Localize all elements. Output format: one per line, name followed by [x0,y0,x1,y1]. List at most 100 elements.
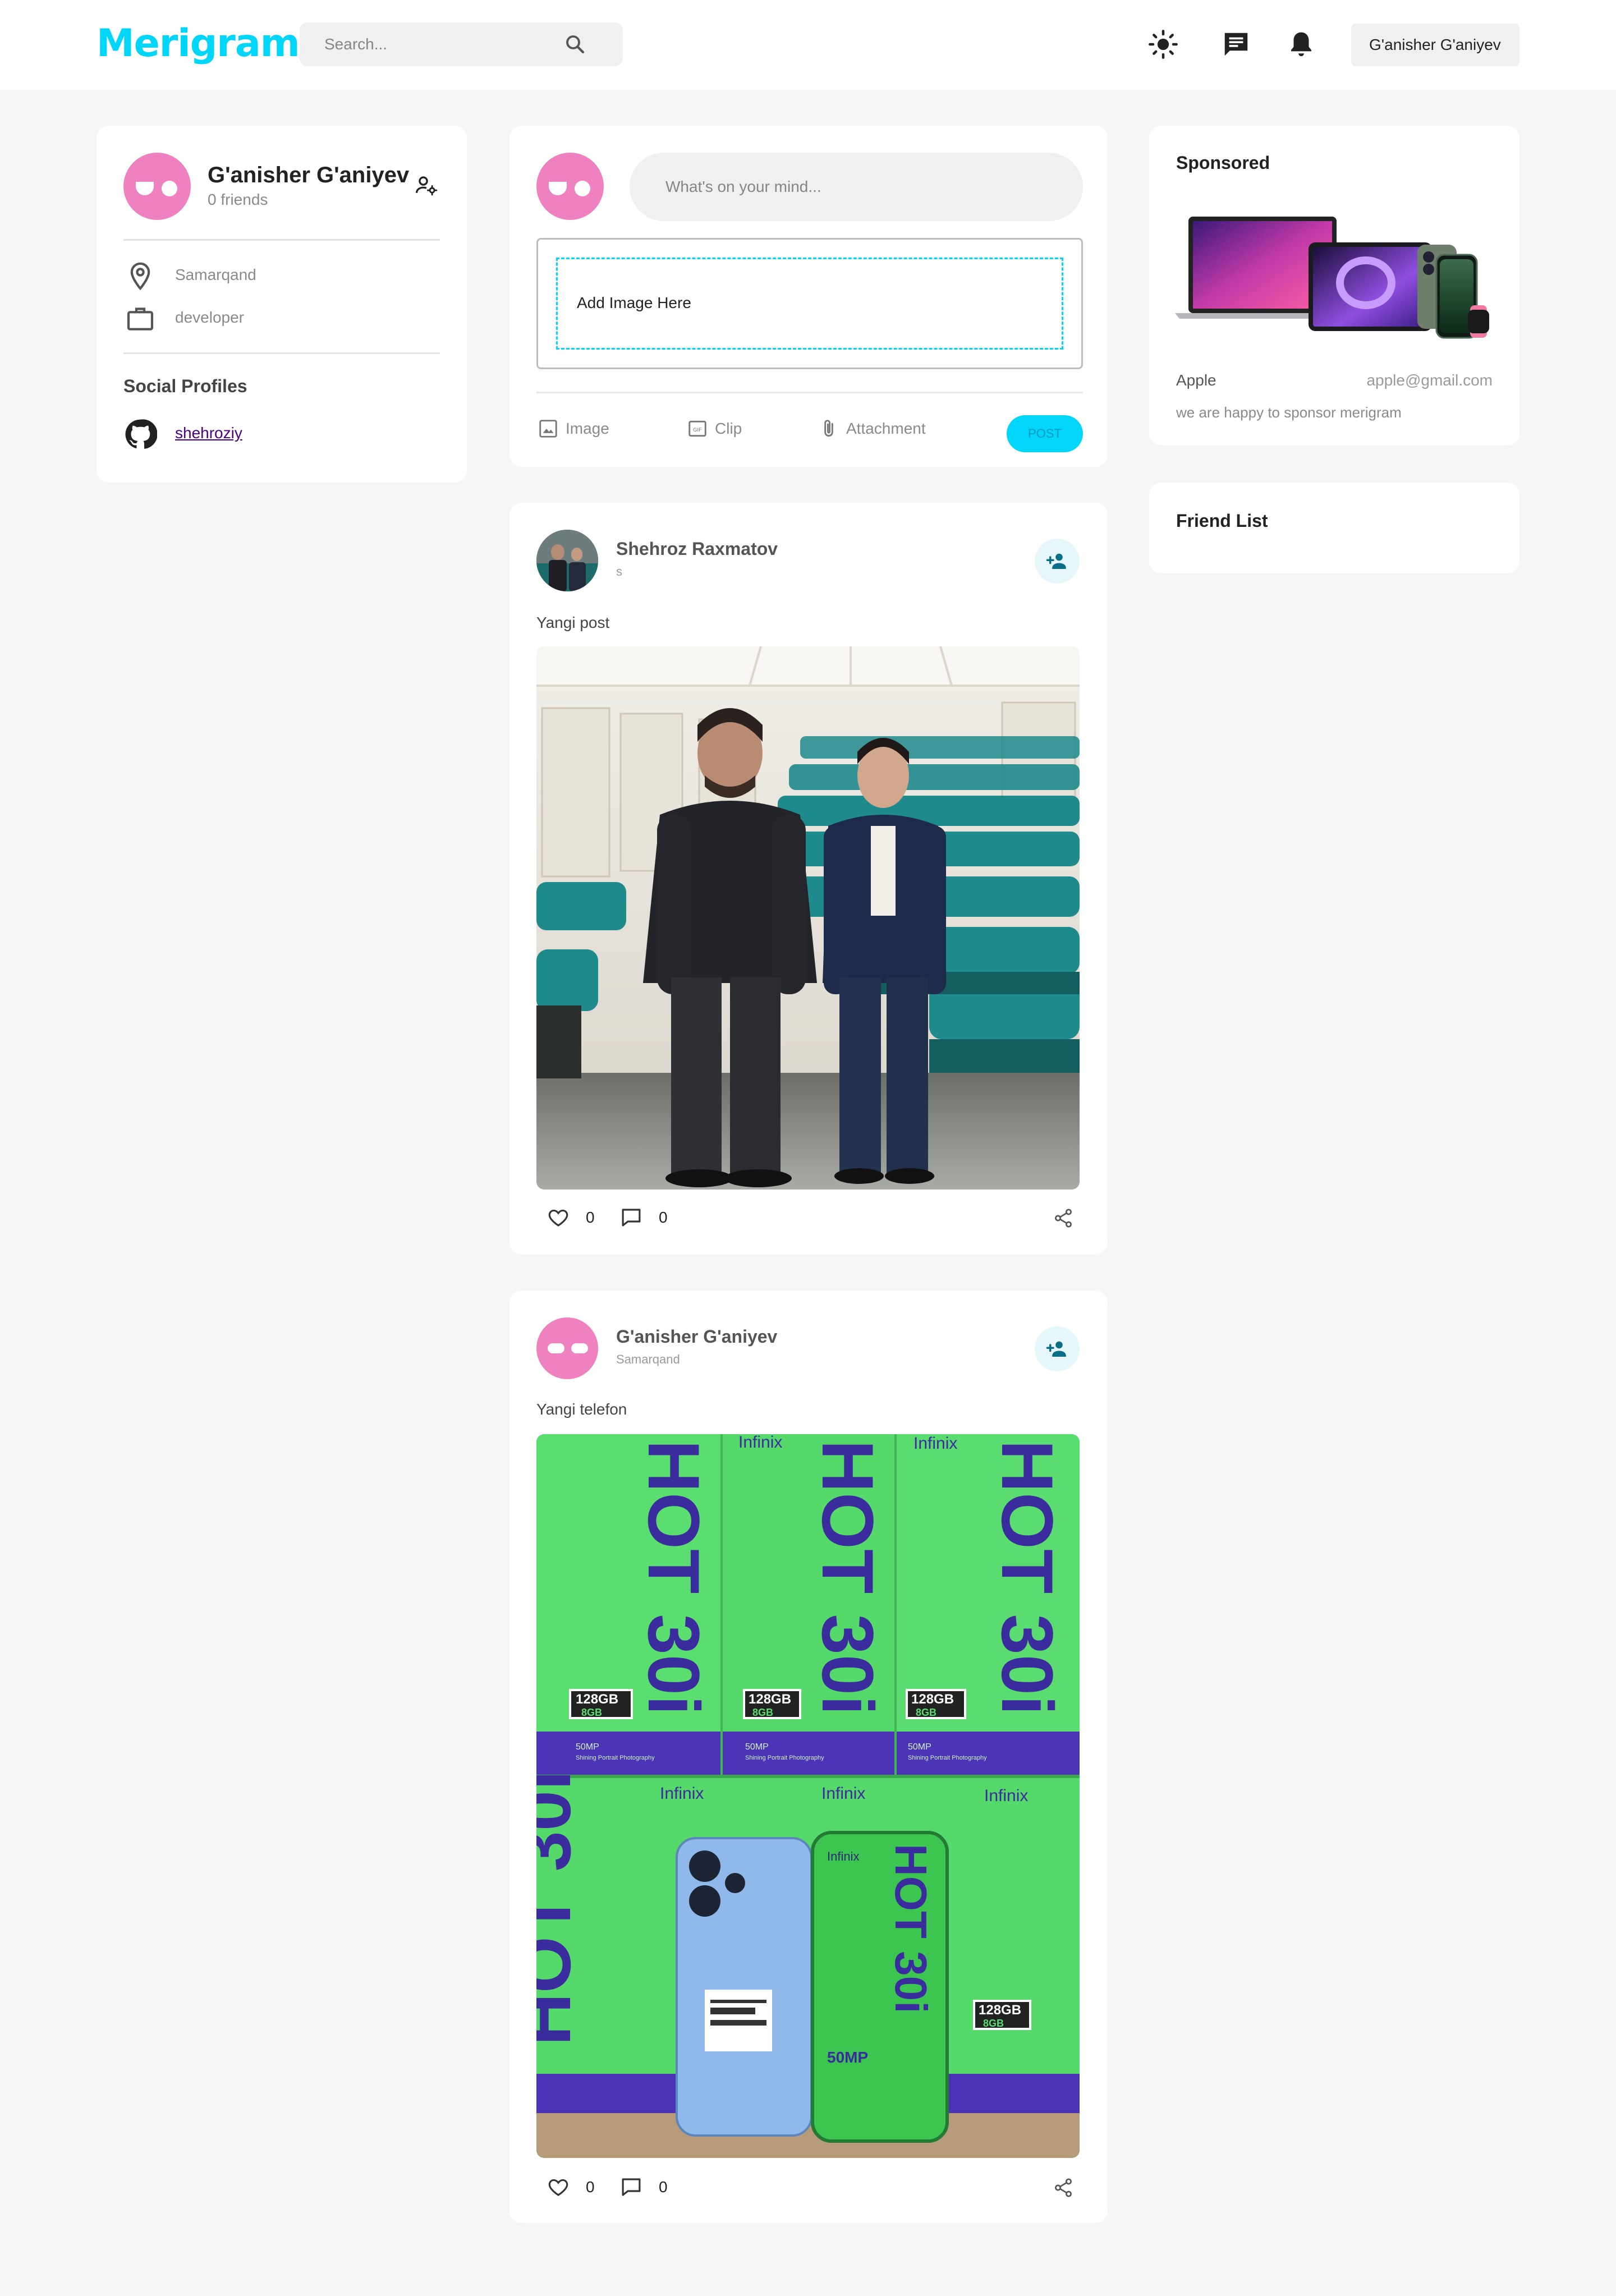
poster-avatar[interactable] [536,1317,598,1379]
svg-text:Shining Portrait Photography: Shining Portrait Photography [576,1755,655,1761]
like-count: 0 [586,2178,595,2196]
comment-button[interactable]: 0 [619,1205,668,1230]
add-friend-button[interactable] [1035,1326,1080,1371]
post-card: Shehroz Raxmatov s Yangi post 0 0 [509,503,1108,1255]
sponsor-ad-image[interactable] [1175,210,1489,345]
svg-text:8GB: 8GB [983,2018,1004,2029]
svg-text:HOT 30i: HOT 30i [986,1440,1068,1715]
like-button[interactable]: 0 [547,2175,595,2199]
comment-button[interactable]: 0 [619,2175,668,2199]
svg-text:HOT 30i: HOT 30i [886,1844,936,2013]
share-icon[interactable] [1053,1207,1074,1229]
svg-text:Infinix: Infinix [738,1434,782,1452]
poster-photo-thumbnail [536,530,598,591]
svg-text:HOT 30i: HOT 30i [807,1440,889,1715]
image-dropzone[interactable]: Add Image Here [556,258,1063,350]
sponsor-email[interactable]: apple@gmail.com [1366,371,1493,389]
app-logo[interactable]: Merigram [97,21,300,66]
svg-text:Infinix: Infinix [913,1434,957,1453]
friend-list-card: Friend List [1149,483,1519,573]
svg-text:8GB: 8GB [752,1707,773,1718]
post-photo[interactable] [536,646,1080,1190]
svg-text:Shining Portrait Photography: Shining Portrait Photography [745,1755,824,1761]
github-icon [125,419,157,449]
heart-icon [548,2179,568,2196]
svg-text:128GB: 128GB [576,1692,618,1707]
profile-avatar[interactable] [123,153,191,220]
svg-text:Infinix: Infinix [660,1784,704,1803]
location-icon [130,262,150,291]
post-author-subtitle: Samarqand [616,1352,680,1366]
share-icon[interactable] [1053,2177,1074,2198]
comment-count: 0 [659,1209,668,1226]
heart-icon [548,1209,568,1227]
comment-icon [622,2178,641,2196]
sponsored-card: Sponsored Apple apple@gmail.com we are h… [1149,126,1519,446]
image-action-label: Image [566,420,609,437]
github-profile-link[interactable]: shehroziy [175,424,242,442]
sponsor-name[interactable]: Apple [1176,371,1216,389]
post-card: G'anisher G'aniyev Samarqand Yangi telef… [509,1291,1108,2223]
add-attachment-button[interactable]: Attachment [818,417,926,440]
briefcase-icon [127,307,154,330]
notifications-icon[interactable] [1286,29,1316,59]
profile-location: Samarqand [175,266,256,283]
add-clip-button[interactable]: GIF Clip [687,417,742,440]
user-menu-button[interactable]: G'anisher G'aniyev [1351,24,1519,66]
clip-action-label: Clip [715,420,742,437]
phone-boxes-photo: HOT 30i HOT 30i HOT 30i Infinix Infinix … [536,1434,1080,2158]
svg-text:HOT 30i: HOT 30i [536,1770,586,2046]
attachment-icon [824,420,833,437]
svg-text:50MP: 50MP [908,1742,931,1752]
like-button[interactable]: 0 [547,1205,595,1230]
manage-account-icon[interactable] [414,173,439,198]
attachment-action-label: Attachment [846,420,926,437]
svg-text:Shining Portrait Photography: Shining Portrait Photography [908,1755,987,1761]
like-count: 0 [586,1209,595,1226]
sponsor-description: we are happy to sponsor merigram [1176,404,1402,421]
profile-card: G'anisher G'aniyev 0 friends Samarqand d… [97,126,467,483]
search-icon[interactable] [563,33,587,56]
person-add-icon [1046,553,1066,569]
image-upload-area[interactable]: Add Image Here [536,238,1083,369]
profile-divider [123,239,440,241]
svg-text:Infinix: Infinix [827,1849,859,1863]
poster-avatar-photo[interactable] [536,530,598,591]
post-author-name[interactable]: G'anisher G'aniyev [616,1326,777,1347]
profile-friend-count: 0 friends [208,191,268,208]
post-photo[interactable]: HOT 30i HOT 30i HOT 30i Infinix Infinix … [536,1434,1080,2158]
svg-text:Infinix: Infinix [821,1784,865,1803]
composer-avatar [536,153,604,220]
svg-text:Infinix: Infinix [984,1787,1028,1805]
auditorium-photo [536,646,1080,1190]
friend-list-title: Friend List [1176,511,1268,531]
person-add-icon [1046,1341,1066,1357]
light-mode-icon[interactable] [1148,29,1178,59]
post-button[interactable]: POST [1007,415,1083,452]
profile-occupation: developer [175,309,244,326]
svg-text:128GB: 128GB [911,1692,954,1707]
post-text-input[interactable] [630,153,1083,221]
social-profiles-title: Social Profiles [123,376,247,396]
post-text: Yangi post [536,614,610,631]
search-bar[interactable] [300,22,623,66]
profile-name[interactable]: G'anisher G'aniyev [208,163,409,188]
messages-icon[interactable] [1221,29,1251,59]
svg-text:GIF: GIF [693,427,702,433]
post-author-name[interactable]: Shehroz Raxmatov [616,539,778,559]
composer-divider [536,392,1083,393]
search-input[interactable] [324,22,560,66]
image-dropzone-label: Add Image Here [577,294,691,311]
svg-text:50MP: 50MP [576,1742,599,1752]
add-friend-button[interactable] [1035,539,1080,584]
sponsored-title: Sponsored [1176,153,1270,173]
image-icon [539,420,557,438]
svg-text:128GB: 128GB [749,1692,791,1707]
add-image-button[interactable]: Image [538,417,609,440]
top-navbar: Merigram G'anisher G'aniyev [0,0,1616,90]
gif-icon: GIF [688,420,706,437]
svg-text:8GB: 8GB [916,1707,936,1718]
post-author-subtitle: s [616,564,622,578]
svg-text:128GB: 128GB [979,2003,1021,2018]
svg-text:50MP: 50MP [745,1742,769,1752]
